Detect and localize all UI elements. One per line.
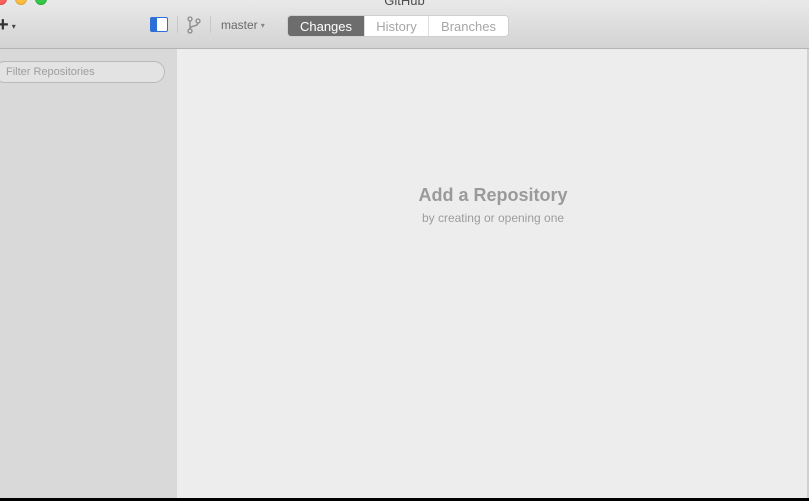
sidebar-toggle-button[interactable] bbox=[150, 17, 168, 32]
toolbar-divider bbox=[210, 16, 211, 33]
toolbar-divider bbox=[177, 16, 178, 33]
empty-state: Add a Repository by creating or opening … bbox=[177, 185, 809, 225]
tab-branches[interactable]: Branches bbox=[428, 16, 508, 36]
empty-state-subtitle: by creating or opening one bbox=[421, 211, 565, 225]
sidebar-toggle-icon bbox=[151, 18, 157, 31]
chevron-down-icon: ▾ bbox=[260, 21, 265, 30]
tab-history[interactable]: History bbox=[364, 16, 428, 36]
branch-name: master bbox=[221, 18, 258, 32]
repository-sidebar bbox=[0, 49, 177, 498]
toolbar: GitHub + ▾ master ▾ Changes History Bran… bbox=[0, 0, 809, 49]
filter-repositories-input[interactable] bbox=[0, 61, 165, 83]
tab-changes[interactable]: Changes bbox=[288, 16, 364, 36]
main-content: Add a Repository by creating or opening … bbox=[177, 49, 809, 498]
empty-state-title: Add a Repository bbox=[418, 185, 568, 205]
plus-icon: + bbox=[0, 14, 9, 36]
chevron-down-icon: ▾ bbox=[11, 21, 16, 31]
git-branch-icon[interactable] bbox=[186, 15, 202, 35]
window-title: GitHub bbox=[384, 0, 425, 8]
view-tabs: Changes History Branches bbox=[287, 15, 509, 37]
branch-selector[interactable]: master ▾ bbox=[221, 17, 265, 33]
add-repository-button[interactable]: + ▾ bbox=[0, 15, 26, 35]
app-window: GitHub + ▾ master ▾ Changes History Bran… bbox=[0, 0, 809, 498]
